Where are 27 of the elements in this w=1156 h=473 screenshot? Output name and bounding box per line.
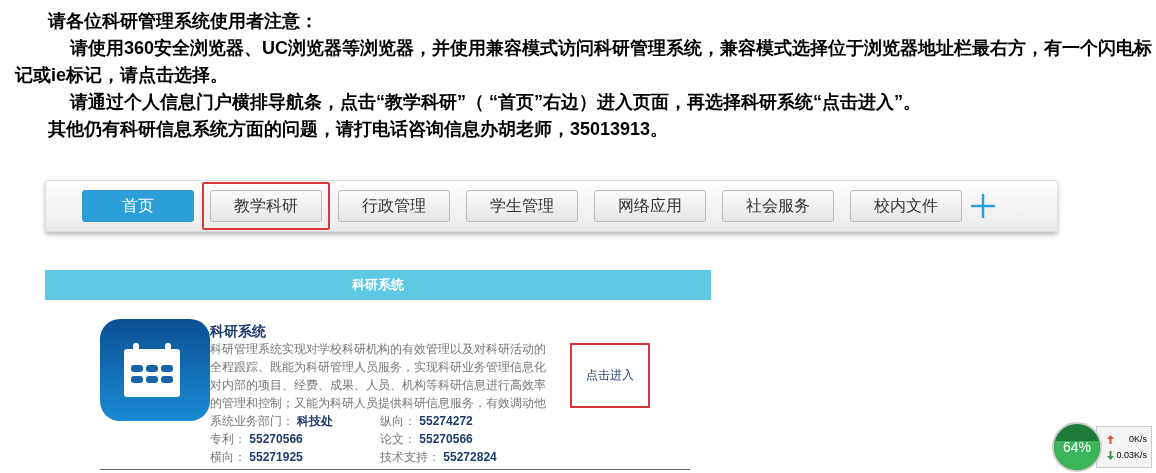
nav-tab[interactable]: 网络应用 bbox=[594, 190, 706, 222]
info-field: 系统业务部门： 科技处 bbox=[210, 412, 380, 430]
nav-tab[interactable]: 学生管理 bbox=[466, 190, 578, 222]
nav-tab[interactable]: 教学科研 bbox=[210, 190, 322, 222]
nav-tab[interactable]: 社会服务 bbox=[722, 190, 834, 222]
info-field: 专利： 55270566 bbox=[210, 430, 380, 448]
nav-tab[interactable]: 校内文件 bbox=[850, 190, 962, 222]
notice-paragraph: 其他仍有科研信息系统方面的问题，请打电话咨询信息办胡老师，35013913。 bbox=[47, 118, 670, 141]
calendar-icon bbox=[100, 319, 210, 421]
notice-title: 请各位科研管理系统使用者注意： bbox=[46, 10, 319, 33]
nav-tab[interactable]: 行政管理 bbox=[338, 190, 450, 222]
info-field: 技术支持： 55272824 bbox=[380, 448, 550, 466]
download-speed: 0.03K/s bbox=[1116, 449, 1147, 462]
system-title: 科研系统 bbox=[210, 322, 267, 340]
system-description: 科研管理系统实现对学校科研机构的有效管理以及对科研活动的全程跟踪。既能为科研管理人员服务，实现科研业务管理信息化对内部的项目、经费、成果、人员、机构等科研信息进行高效率的管理和控制；又能为科研人员提供科研信息服务，有效调动他 bbox=[210, 341, 547, 412]
upload-speed: 0K/s bbox=[1129, 433, 1147, 446]
plus-icon[interactable] bbox=[970, 193, 996, 219]
gauge-percent: 64% bbox=[1062, 438, 1092, 457]
info-field: 纵向： 55274272 bbox=[380, 412, 550, 430]
info-field: 横向： 55271925 bbox=[210, 448, 380, 466]
notice-paragraph: 请通过个人信息门户横排导航条，点击“教学科研”（ “首页”右边）进入页面，再选择科研系统“点击进入”。 bbox=[68, 91, 922, 114]
notice-paragraph: 请使用360安全浏览器、UC浏览器等浏览器，并使用兼容模式访问科研管理系统，兼容模式选择位于浏览器地址栏最右方，有一个闪电标记或ie标记，请点击选择。 bbox=[15, 37, 1154, 87]
info-field: 论文： 55270566 bbox=[380, 430, 550, 448]
upload-arrow-icon bbox=[1107, 434, 1114, 444]
enter-link[interactable]: 点击进入 bbox=[586, 367, 634, 384]
download-arrow-icon bbox=[1107, 450, 1114, 460]
section-header: 科研系统 bbox=[45, 270, 711, 300]
